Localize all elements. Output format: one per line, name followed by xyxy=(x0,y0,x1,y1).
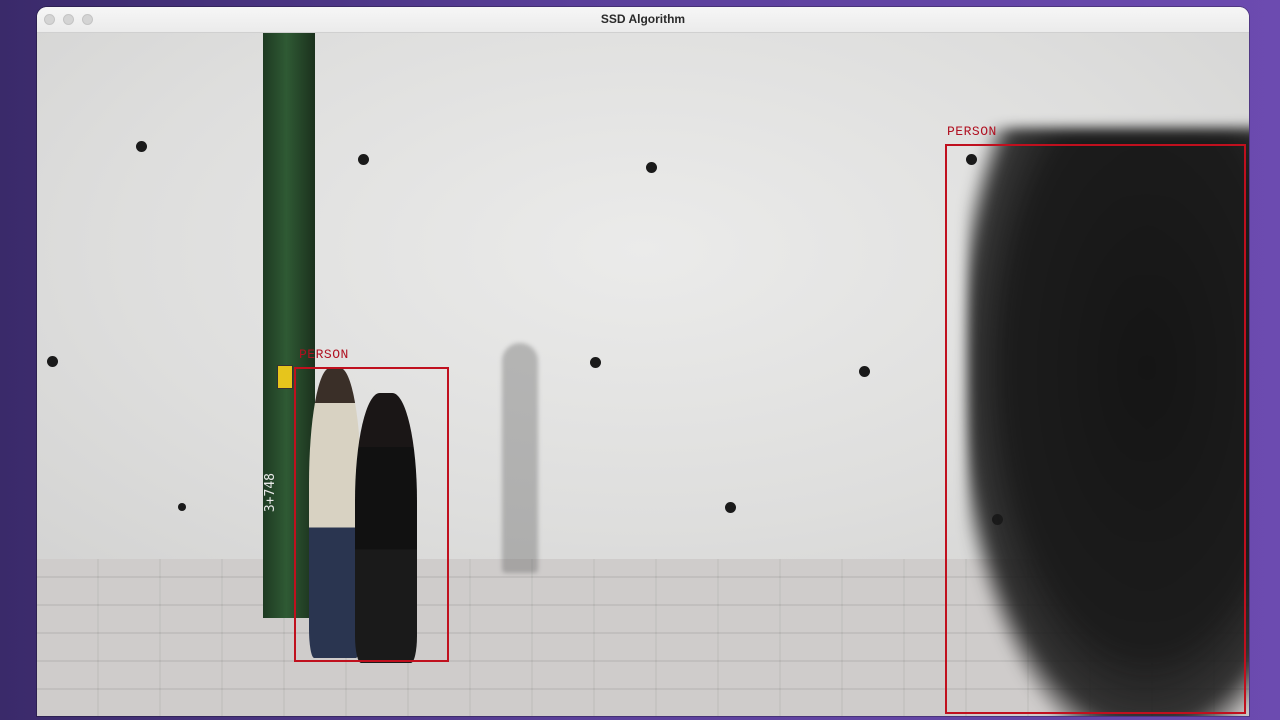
wall-hole xyxy=(646,162,657,173)
video-frame: 3+748 PERSON PERSON xyxy=(37,33,1249,716)
wall-hole xyxy=(725,502,736,513)
wall-hole xyxy=(859,366,870,377)
wall-hole xyxy=(358,154,369,165)
app-window: SSD Algorithm 3+748 PERSON PERSON xyxy=(37,7,1249,716)
detection-box xyxy=(294,367,449,662)
pole-marking: 3+748 xyxy=(263,473,278,513)
wall-hole xyxy=(47,356,58,367)
title-bar[interactable]: SSD Algorithm xyxy=(37,7,1249,33)
wall-hole xyxy=(590,357,601,368)
warning-sign-icon xyxy=(277,365,293,389)
detection-label: PERSON xyxy=(947,124,997,139)
wall-hole xyxy=(178,503,186,511)
shadow xyxy=(502,343,538,573)
window-title: SSD Algorithm xyxy=(600,12,686,26)
detection-box xyxy=(945,144,1246,714)
wall-hole xyxy=(136,141,147,152)
detection-label: PERSON xyxy=(299,347,349,362)
